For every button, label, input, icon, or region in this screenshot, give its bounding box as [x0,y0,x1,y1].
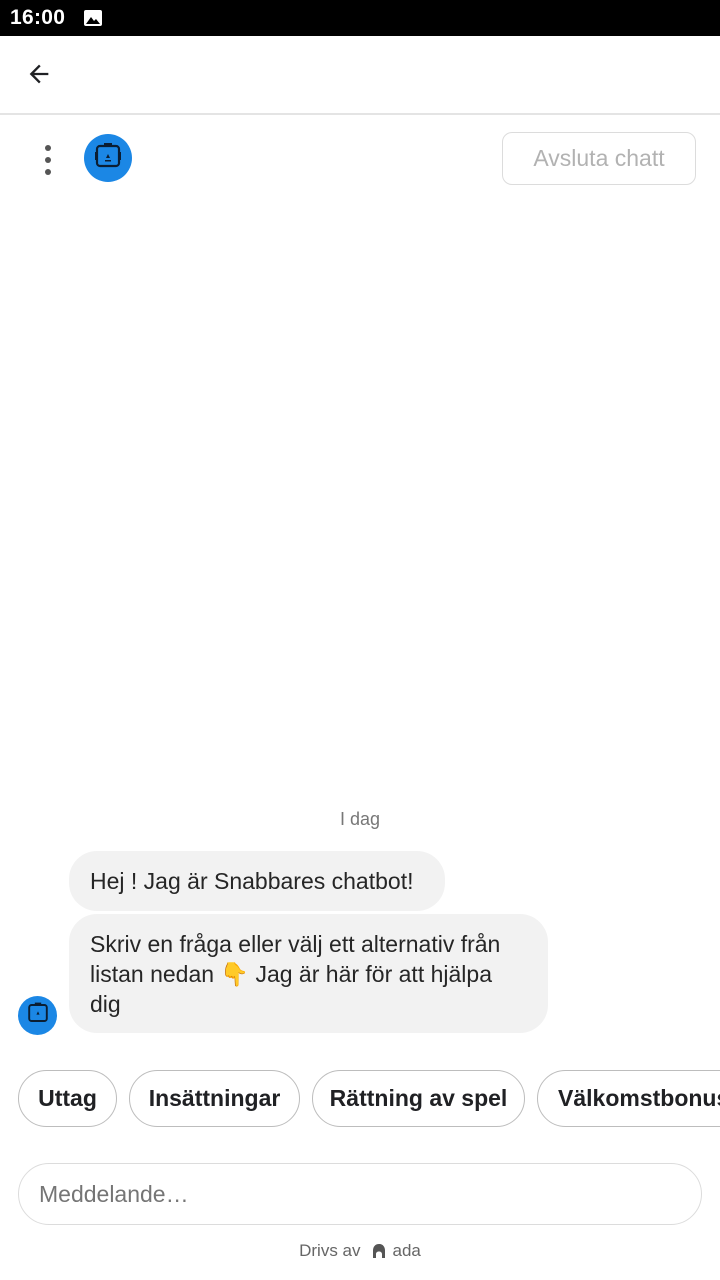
message-avatar [18,996,57,1035]
bot-message: Hej ! Jag är Snabbares chatbot! [69,851,445,911]
ada-brand-label: ada [392,1241,421,1260]
more-vertical-icon-dot [45,157,51,163]
bot-avatar [84,134,132,182]
quick-reply-chip[interactable]: Rättning av spel [312,1070,525,1127]
more-vertical-icon [45,145,51,151]
more-options-button[interactable] [30,141,66,179]
status-time: 16:00 [10,6,66,29]
bot-avatar-icon [93,141,123,176]
back-button[interactable] [18,56,60,96]
quick-replies: Uttag Insättningar Rättning av spel Välk… [18,1070,720,1128]
quick-reply-chip[interactable]: Uttag [18,1070,117,1127]
message-input[interactable] [18,1163,702,1225]
bot-message: Skriv en fråga eller välj ett alternativ… [69,914,548,1033]
quick-reply-chip[interactable]: Insättningar [129,1070,300,1127]
ada-logo-icon [371,1243,387,1259]
more-vertical-icon-dot [45,169,51,175]
chat-header: Avsluta chatt [0,117,720,201]
date-divider: I dag [339,809,381,829]
powered-by-label: Drivs av [299,1241,361,1260]
app-bar [0,36,720,115]
powered-by: Drivs av ada [0,1240,720,1262]
quick-reply-chip[interactable]: Välkomstbonus [537,1070,720,1127]
status-bar: 16:00 [0,0,720,36]
end-chat-button[interactable]: Avsluta chatt [502,132,696,185]
image-icon [83,9,103,27]
bot-avatar-icon [26,1001,50,1030]
arrow-back-icon [25,60,53,93]
